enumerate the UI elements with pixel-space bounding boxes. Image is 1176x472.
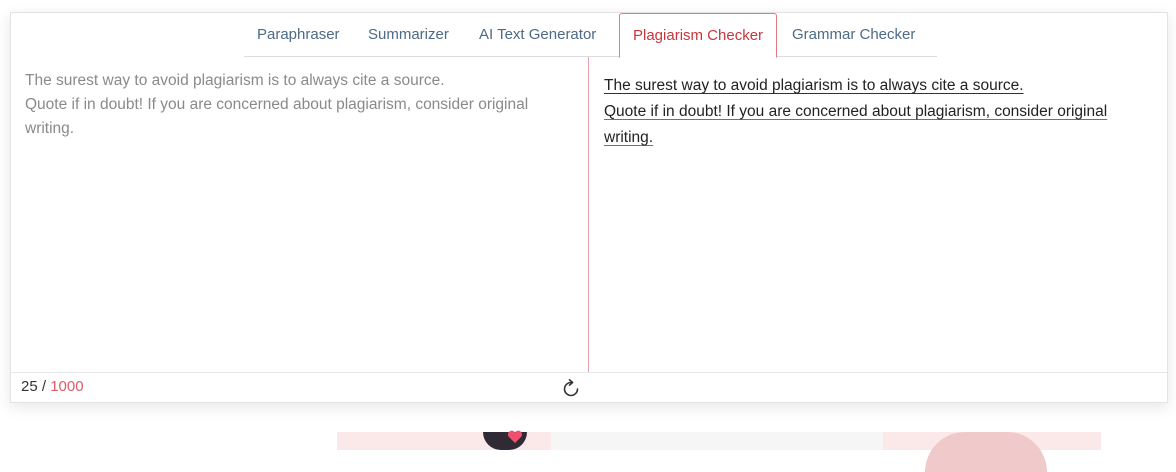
tool-card: Paraphraser Summarizer AI Text Generator… — [10, 12, 1168, 403]
input-textarea[interactable]: The surest way to avoid plagiarism is to… — [25, 69, 570, 141]
output-line-2: Quote if in doubt! If you are concerned … — [604, 103, 1108, 146]
counter-current: 25 / — [21, 378, 47, 395]
refresh-icon[interactable] — [560, 378, 582, 400]
counter-max: 1000 — [50, 378, 84, 395]
output-line-1: The surest way to avoid plagiarism is to… — [604, 77, 1024, 94]
tab-grammar-checker[interactable]: Grammar Checker — [779, 13, 928, 57]
input-pane: The surest way to avoid plagiarism is to… — [11, 57, 589, 372]
background-illustration-middle — [551, 432, 883, 450]
input-line-1: The surest way to avoid plagiarism is to… — [25, 72, 445, 89]
character-counter: 25 / 1000 — [21, 378, 84, 395]
tool-tabs: Paraphraser Summarizer AI Text Generator… — [244, 13, 937, 58]
tab-plagiarism-checker[interactable]: Plagiarism Checker — [619, 13, 778, 58]
heart-icon — [507, 430, 523, 443]
output-text: The surest way to avoid plagiarism is to… — [604, 73, 1144, 151]
tab-paraphraser[interactable]: Paraphraser — [244, 13, 353, 57]
editor-footer: 25 / 1000 — [11, 372, 1167, 403]
output-pane: The surest way to avoid plagiarism is to… — [590, 57, 1169, 372]
tab-summarizer[interactable]: Summarizer — [355, 13, 462, 57]
background-circle-shape — [925, 432, 1047, 472]
input-line-2: Quote if in doubt! If you are concerned … — [25, 96, 533, 137]
tab-ai-text-generator[interactable]: AI Text Generator — [466, 13, 609, 57]
